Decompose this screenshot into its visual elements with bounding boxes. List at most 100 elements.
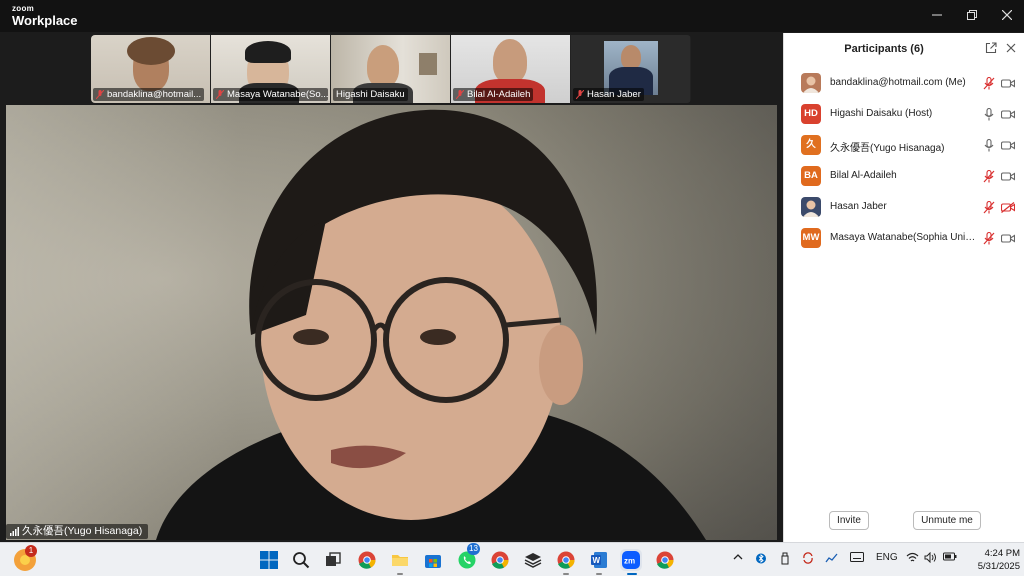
input-tray-icon[interactable] xyxy=(825,552,838,567)
muted-mic-icon[interactable] xyxy=(983,77,995,90)
video-camera-icon[interactable] xyxy=(1001,109,1015,120)
participant-avatar: 久 xyxy=(801,135,821,155)
speaker-illustration xyxy=(156,109,706,540)
video-thumbnail[interactable]: Hasan Jaber xyxy=(571,35,690,103)
thumbnail-name: bandaklina@hotmail... xyxy=(107,89,202,100)
participants-panel-header: Participants (6) xyxy=(784,33,1024,65)
signal-strength-icon xyxy=(10,527,19,536)
restore-button[interactable] xyxy=(955,0,989,30)
battery-tray-icon[interactable] xyxy=(943,552,957,564)
volume-tray-icon[interactable] xyxy=(924,551,938,566)
video-thumbnail[interactable]: Higashi Daisaku xyxy=(331,35,450,103)
video-thumbnail-strip: bandaklina@hotmail... Masaya Watanabe(So… xyxy=(91,35,691,103)
clock-date: 5/31/2025 xyxy=(977,561,1020,572)
participant-avatar xyxy=(801,73,821,93)
search-button[interactable] xyxy=(290,549,312,571)
chrome-icon xyxy=(358,551,376,569)
chevron-up-icon xyxy=(733,554,743,560)
taskbar-chrome-beta[interactable] xyxy=(654,549,676,571)
muted-mic-icon xyxy=(576,90,584,99)
keyboard-icon xyxy=(850,552,864,562)
thumbnail-name-label: Hasan Jaber xyxy=(573,88,644,101)
bluetooth-tray-icon[interactable] xyxy=(756,552,766,568)
task-view-button[interactable] xyxy=(322,549,344,571)
invite-button[interactable]: Invite xyxy=(829,511,869,530)
store-icon xyxy=(425,555,441,568)
touch-keyboard-tray-icon[interactable] xyxy=(850,552,864,565)
start-button[interactable] xyxy=(258,549,280,571)
participant-row[interactable]: MW Masaya Watanabe(Sophia Unive... xyxy=(784,223,1024,254)
chrome-icon xyxy=(656,551,674,569)
participant-avatar: MW xyxy=(801,228,821,248)
clock-time: 4:24 PM xyxy=(984,548,1020,559)
participant-avatar: BA xyxy=(801,166,821,186)
svg-text:W: W xyxy=(593,556,601,565)
pop-out-button[interactable] xyxy=(984,42,998,56)
zoom-logo: zoom Workplace xyxy=(12,5,78,28)
muted-mic-icon[interactable] xyxy=(983,201,995,214)
unmute-me-button[interactable]: Unmute me xyxy=(913,511,981,530)
language-indicator[interactable]: ENG xyxy=(876,552,898,563)
participant-row[interactable]: HD Higashi Daisaku (Host) xyxy=(784,99,1024,130)
video-camera-icon[interactable] xyxy=(1001,78,1015,89)
participant-row[interactable]: Hasan Jaber xyxy=(784,192,1024,223)
video-camera-icon[interactable] xyxy=(1001,171,1015,182)
video-camera-icon[interactable] xyxy=(1001,233,1015,244)
title-bar: zoom Workplace xyxy=(0,0,1024,32)
video-off-icon[interactable] xyxy=(1001,202,1015,213)
muted-mic-icon xyxy=(96,90,104,99)
taskbar-word[interactable]: W xyxy=(588,549,610,571)
word-icon: W xyxy=(591,552,607,568)
task-view-icon xyxy=(326,552,341,566)
mic-icon[interactable] xyxy=(983,139,995,152)
taskbar-file-explorer[interactable] xyxy=(389,549,411,571)
active-speaker-video[interactable] xyxy=(6,105,777,540)
participant-name: Hasan Jaber xyxy=(830,201,887,212)
muted-mic-icon xyxy=(216,90,224,99)
thumbnail-name-label: Bilal Al-Adaileh xyxy=(453,88,534,101)
zoom-app-icon: zm xyxy=(622,551,640,569)
windows-logo-icon xyxy=(260,551,278,569)
close-window-button[interactable] xyxy=(990,0,1024,30)
video-thumbnail[interactable]: Bilal Al-Adaileh xyxy=(451,35,570,103)
thumbnail-name: Bilal Al-Adaileh xyxy=(467,89,531,100)
restore-icon xyxy=(967,10,977,20)
thumbnail-name: Higashi Daisaku xyxy=(336,89,405,100)
taskbar-store[interactable] xyxy=(422,549,444,571)
muted-mic-icon[interactable] xyxy=(983,170,995,183)
taskbar-zoom[interactable]: zm xyxy=(620,549,642,571)
mic-icon[interactable] xyxy=(983,108,995,121)
windows-taskbar: 1 13 W zm ENG 4:24 PM 5/31/2025 xyxy=(0,542,1024,576)
participants-title: Participants (6) xyxy=(844,43,924,55)
participant-row[interactable]: bandaklina@hotmail.com (Me) xyxy=(784,68,1024,99)
show-hidden-icons-button[interactable] xyxy=(733,552,743,565)
usb-tray-icon[interactable] xyxy=(780,552,790,568)
profile-photo-icon xyxy=(803,76,819,93)
zoom-window: zoom Workplace bandaklina@hotmail... Mas… xyxy=(0,0,1024,542)
participant-avatar xyxy=(801,197,821,217)
bluetooth-icon xyxy=(756,553,766,564)
participant-row[interactable]: 久久永優吾(Yugo Hisanaga) xyxy=(784,130,1024,161)
muted-mic-icon[interactable] xyxy=(983,232,995,245)
thumbnail-name-label: Higashi Daisaku xyxy=(333,88,408,101)
system-clock[interactable]: 4:24 PM 5/31/2025 xyxy=(962,547,1020,573)
taskbar-chrome-profile[interactable] xyxy=(489,549,511,571)
video-thumbnail[interactable]: bandaklina@hotmail... xyxy=(91,35,210,103)
close-panel-button[interactable] xyxy=(1004,42,1018,56)
muted-mic-icon xyxy=(456,90,464,99)
sync-tray-icon[interactable] xyxy=(802,552,814,567)
close-icon xyxy=(1006,43,1016,53)
chrome-icon xyxy=(557,551,575,569)
thumbnail-name-label: Masaya Watanabe(So... xyxy=(213,88,328,101)
taskbar-chrome-work[interactable] xyxy=(555,549,577,571)
close-icon xyxy=(1002,10,1012,20)
taskbar-stacked-app[interactable] xyxy=(522,549,544,571)
participant-row[interactable]: BA Bilal Al-Adaileh xyxy=(784,161,1024,192)
minimize-button[interactable] xyxy=(920,0,954,30)
video-thumbnail[interactable]: Masaya Watanabe(So... xyxy=(211,35,330,103)
thumbnail-name: Masaya Watanabe(So... xyxy=(227,89,328,100)
taskbar-chrome[interactable] xyxy=(356,549,378,571)
video-camera-icon[interactable] xyxy=(1001,140,1015,151)
wifi-tray-icon[interactable] xyxy=(906,552,919,566)
participant-name: Masaya Watanabe(Sophia Unive... xyxy=(830,232,980,243)
